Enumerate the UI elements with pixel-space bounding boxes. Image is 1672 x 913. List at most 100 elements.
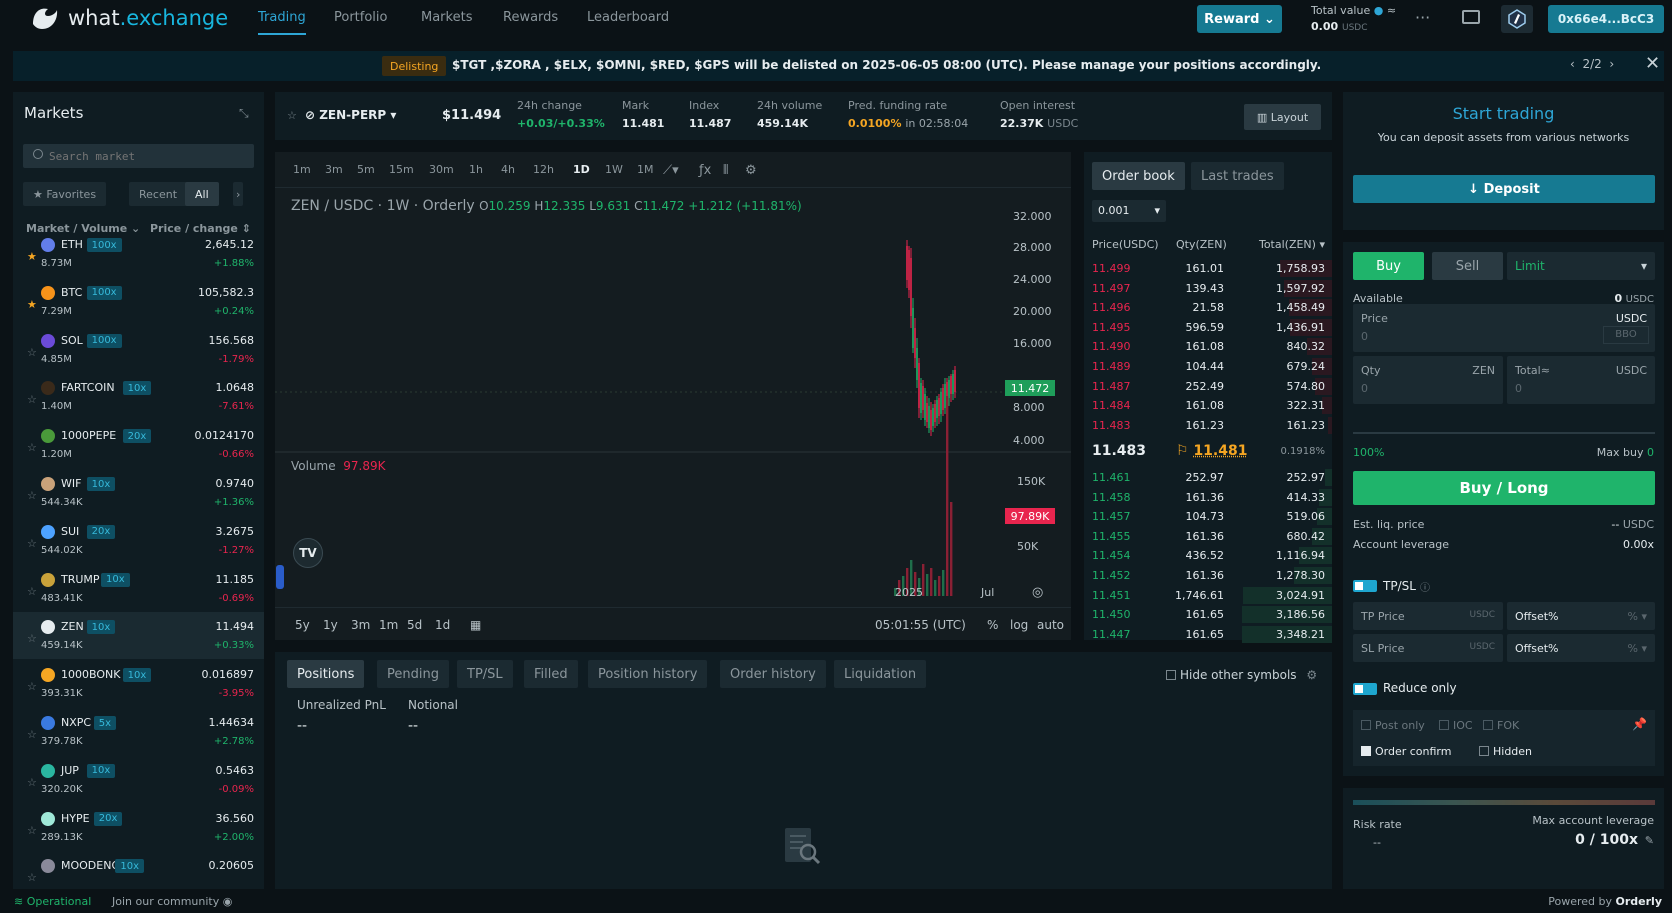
market-row[interactable]: ☆ SOL 100x 4.85M 156.568 -1.79% xyxy=(13,326,264,373)
ask-row[interactable]: 11.499 161.01 1,758.93 xyxy=(1084,259,1332,278)
bid-row[interactable]: 11.450 161.65 3,186.56 xyxy=(1084,605,1332,624)
ask-row[interactable]: 11.496 21.58 1,458.49 xyxy=(1084,298,1332,317)
drawing-toolbar-handle[interactable] xyxy=(276,565,284,589)
tab-pending[interactable]: Pending xyxy=(377,660,449,688)
next-icon[interactable]: › xyxy=(1609,57,1614,71)
discord-icon[interactable]: ◉ xyxy=(223,895,233,908)
order-type-select[interactable]: Limit ▾ xyxy=(1507,252,1655,280)
ask-row[interactable]: 11.489 104.44 679.24 xyxy=(1084,357,1332,376)
timeframe-5m[interactable]: 5m xyxy=(357,163,375,176)
qty-slider[interactable] xyxy=(1353,432,1655,434)
bid-row[interactable]: 11.451 1,746.61 3,024.91 xyxy=(1084,586,1332,605)
chart-opt-log[interactable]: log xyxy=(1010,618,1028,632)
favorite-star-icon[interactable]: ☆ xyxy=(27,728,37,741)
bbo-button[interactable]: BBO xyxy=(1603,326,1649,344)
target-icon[interactable]: ◎ xyxy=(1032,585,1043,600)
ask-row[interactable]: 11.484 161.08 322.31 xyxy=(1084,396,1332,415)
reward-button[interactable]: Reward ⌄ xyxy=(1197,5,1282,33)
bid-row[interactable]: 11.447 161.65 3,348.21 xyxy=(1084,625,1332,644)
nav-leaderboard[interactable]: Leaderboard xyxy=(587,10,669,25)
nav-trading[interactable]: Trading xyxy=(258,10,306,25)
depth-step-select[interactable]: 0.001 ▾ xyxy=(1092,200,1166,222)
settings-icon[interactable]: ⚙ xyxy=(1306,668,1317,682)
chart-opt-%[interactable]: % xyxy=(987,618,998,632)
candle-plot[interactable] xyxy=(275,188,1071,607)
tab-filled[interactable]: Filled xyxy=(524,660,578,688)
settings-icon[interactable]: ⚙ xyxy=(745,163,757,178)
timeframe-4h[interactable]: 4h xyxy=(501,163,515,176)
tab-order-book[interactable]: Order book xyxy=(1092,162,1185,190)
tpsl-toggle[interactable] xyxy=(1353,580,1377,592)
filter-favorites[interactable]: ★ Favorites xyxy=(23,182,107,206)
filter-recent[interactable]: Recent xyxy=(129,182,188,206)
market-row[interactable]: ☆ WIF 10x 544.34K 0.9740 +1.36% xyxy=(13,469,264,516)
search-input[interactable] xyxy=(23,144,254,168)
ask-row[interactable]: 11.487 252.49 574.80 xyxy=(1084,377,1332,396)
tab-liquidation[interactable]: Liquidation xyxy=(834,660,927,688)
wallet-button[interactable]: 0x66e4...BcC3 xyxy=(1548,5,1664,33)
tab-positions[interactable]: Positions xyxy=(287,660,365,688)
bid-row[interactable]: 11.455 161.36 680.42 xyxy=(1084,527,1332,546)
sl-price-input[interactable]: SL Price USDC xyxy=(1353,634,1503,662)
favorite-star-icon[interactable]: ☆ xyxy=(27,824,37,837)
favorite-star-icon[interactable]: ☆ xyxy=(27,441,37,454)
community-link[interactable]: Join our community ◉ xyxy=(112,895,232,908)
qty-input[interactable]: Qty ZEN 0 xyxy=(1353,356,1503,404)
price-input[interactable]: Price USDC 0 BBO xyxy=(1353,304,1655,352)
total-input[interactable]: Total≈ USDC 0 xyxy=(1507,356,1655,404)
tp-price-input[interactable]: TP Price USDC xyxy=(1353,602,1503,630)
timeframe-12h[interactable]: 12h xyxy=(533,163,554,176)
reduce-only-toggle[interactable] xyxy=(1353,683,1377,695)
symbol-selector[interactable]: ⊘ ZEN-PERP ▾ xyxy=(305,108,396,122)
favorite-star-icon[interactable]: ☆ xyxy=(287,109,297,122)
market-row[interactable]: ☆ TRUMP 10x 483.41K 11.185 -0.69% xyxy=(13,565,264,612)
market-row[interactable]: ☆ HYPE 20x 289.13K 36.560 +2.00% xyxy=(13,804,264,851)
favorite-star-icon[interactable]: ☆ xyxy=(27,776,37,789)
bid-row[interactable]: 11.458 161.36 414.33 xyxy=(1084,488,1332,507)
bid-row[interactable]: 11.457 104.73 519.06 xyxy=(1084,507,1332,526)
price-chart[interactable]: 1m 3m 5m 15m 30m 1h 4h 12h 1D 1W 1M ⟋▾ ƒx ⫴ ⚙ ZEN / US… xyxy=(275,152,1071,640)
favorite-star-icon[interactable]: ☆ xyxy=(27,585,37,598)
checkbox[interactable] xyxy=(1166,670,1176,680)
favorite-star-icon[interactable]: ☆ xyxy=(27,346,37,359)
prev-icon[interactable]: ‹ xyxy=(1570,57,1575,71)
market-row[interactable]: ☆ FARTCOIN 10x 1.40M 1.0648 -7.61% xyxy=(13,373,264,420)
chart-opt-auto[interactable]: auto xyxy=(1037,618,1064,632)
range-1y[interactable]: 1y xyxy=(323,618,338,632)
nav-portfolio[interactable]: Portfolio xyxy=(334,10,387,25)
timeframe-1D[interactable]: 1D xyxy=(573,163,590,176)
calendar-icon[interactable]: ▦ xyxy=(470,618,481,632)
market-row[interactable]: ☆ NXPC 5x 379.78K 1.44634 +2.78% xyxy=(13,708,264,755)
desktop-icon[interactable] xyxy=(1462,10,1480,24)
timeframe-1m[interactable]: 1m xyxy=(293,163,311,176)
deposit-button[interactable]: ↓ Deposit xyxy=(1353,175,1655,203)
ob-col-total[interactable]: Total(ZEN) ▾ xyxy=(1259,238,1325,251)
favorite-star-icon[interactable]: ★ xyxy=(27,250,37,263)
collapse-icon[interactable]: ⤡ xyxy=(239,106,249,121)
bid-row[interactable]: 11.452 161.36 1,278.30 xyxy=(1084,566,1332,585)
edit-icon[interactable]: ✎ xyxy=(1645,834,1654,847)
favorite-star-icon[interactable]: ☆ xyxy=(27,632,37,645)
bid-row[interactable]: 11.461 252.97 252.97 xyxy=(1084,468,1332,487)
favorite-star-icon[interactable]: ☆ xyxy=(27,680,37,693)
filter-all[interactable]: All xyxy=(185,182,219,206)
market-row[interactable]: ☆ SUI 20x 544.02K 3.2675 -1.27% xyxy=(13,517,264,564)
market-row[interactable]: ☆ 1000BONK 10x 393.31K 0.016897 -3.95% xyxy=(13,660,264,707)
market-row[interactable]: ☆ JUP 10x 320.20K 0.5463 -0.09% xyxy=(13,756,264,803)
tp-offset-select[interactable]: Offset%% ▾ xyxy=(1507,602,1655,630)
eye-icon[interactable]: ● xyxy=(1374,4,1384,17)
hide-other-symbols[interactable]: Hide other symbols ⚙ xyxy=(1166,668,1317,682)
range-5y[interactable]: 5y xyxy=(295,618,310,632)
range-1d[interactable]: 1d xyxy=(435,618,450,632)
favorite-star-icon[interactable]: ☆ xyxy=(27,489,37,502)
range-1m[interactable]: 1m xyxy=(379,618,398,632)
market-row[interactable]: ★ BTC 100x 7.29M 105,582.3 +0.24% xyxy=(13,278,264,325)
more-icon[interactable]: ··· xyxy=(1415,8,1430,27)
buy-long-button[interactable]: Buy / Long xyxy=(1353,471,1655,505)
bid-row[interactable]: 11.454 436.52 1,116.94 xyxy=(1084,546,1332,565)
tab-last-trades[interactable]: Last trades xyxy=(1191,162,1284,190)
chart-clock[interactable]: 05:01:55 (UTC) xyxy=(875,618,966,632)
logo[interactable]: what.exchange xyxy=(30,4,228,32)
range-5d[interactable]: 5d xyxy=(407,618,422,632)
tradingview-logo[interactable]: TV xyxy=(293,538,323,568)
